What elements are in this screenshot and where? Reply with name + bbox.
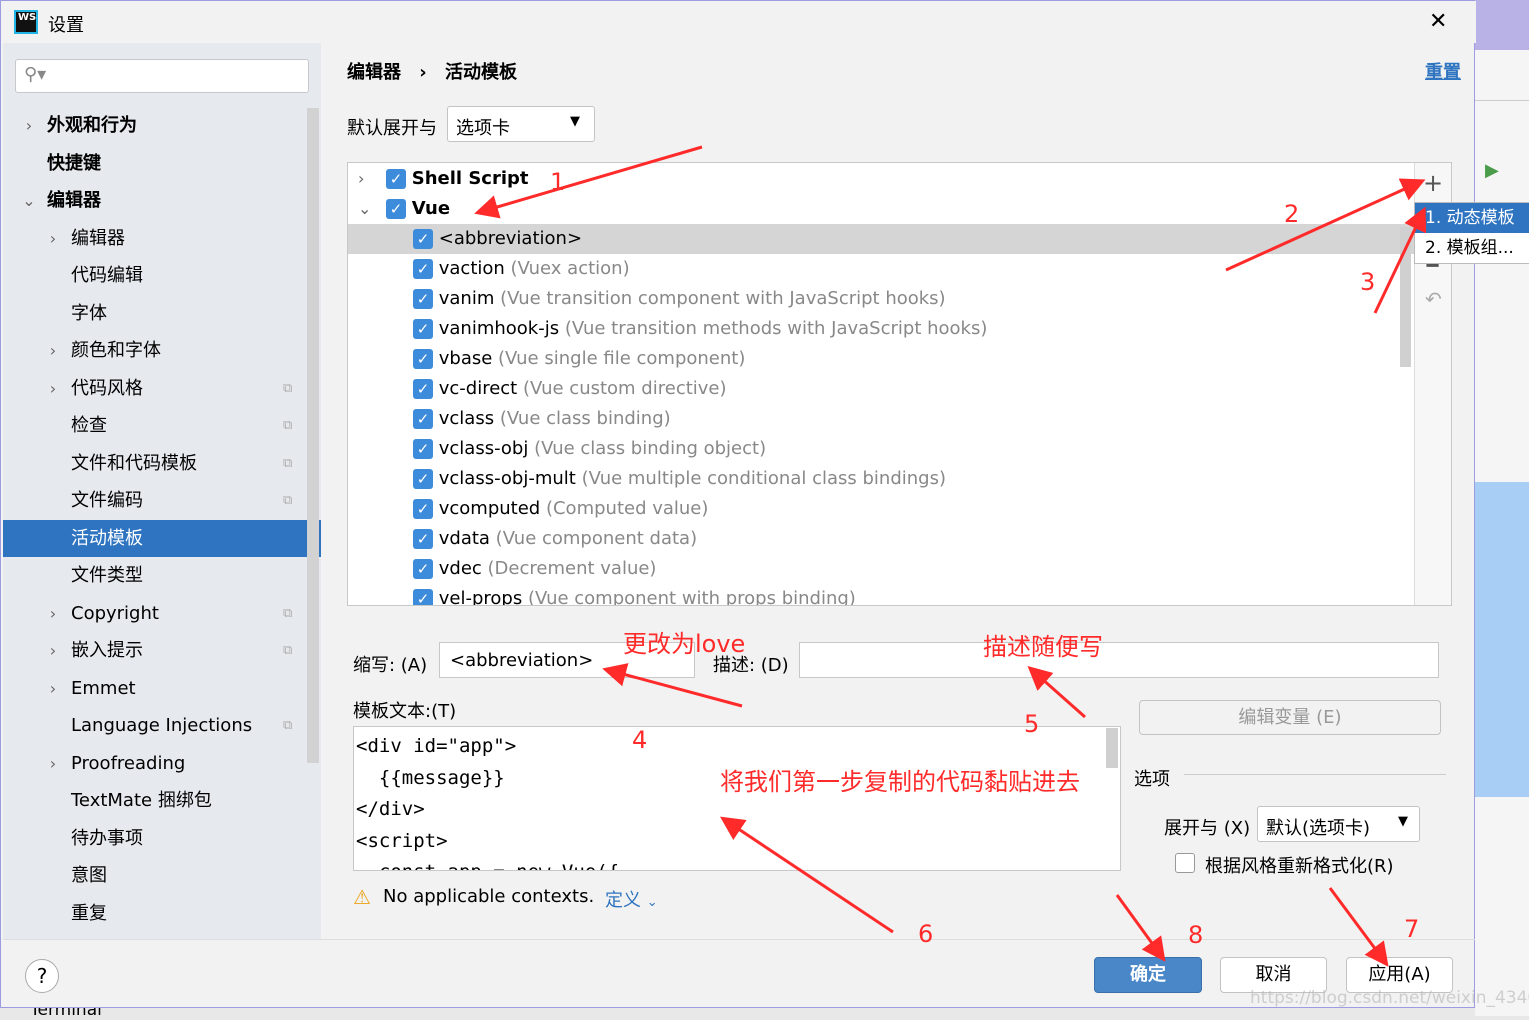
annotation-number: 1: [550, 168, 565, 196]
annotation-layer: 1 2 3 4 5 6 7 8 更改为love 描述随便写 将我们第一步复制的代…: [474, 145, 1427, 967]
annotation-number: 4: [632, 726, 647, 754]
annotation-arrow: [1373, 206, 1427, 314]
annotation-arrow: [1328, 887, 1389, 967]
annotation-arrow: [474, 145, 703, 219]
annotation-number: 3: [1360, 268, 1375, 296]
annotation-arrow: [1115, 894, 1166, 962]
annotation-arrow: [1027, 666, 1086, 719]
annotation-arrow: [602, 663, 743, 708]
annotation-number: 5: [1024, 710, 1039, 738]
annotation-arrow: [720, 816, 894, 934]
annotation-text: 描述随便写: [983, 633, 1103, 661]
annotation-number: 8: [1188, 921, 1203, 949]
annotation-text: 更改为love: [623, 630, 745, 658]
annotation-arrow: [1225, 178, 1426, 272]
annotation-number: 2: [1284, 200, 1299, 228]
annotation-number: 7: [1404, 915, 1419, 943]
annotation-text: 将我们第一步复制的代码黏贴进去: [720, 768, 1080, 796]
annotation-number: 6: [918, 920, 933, 948]
